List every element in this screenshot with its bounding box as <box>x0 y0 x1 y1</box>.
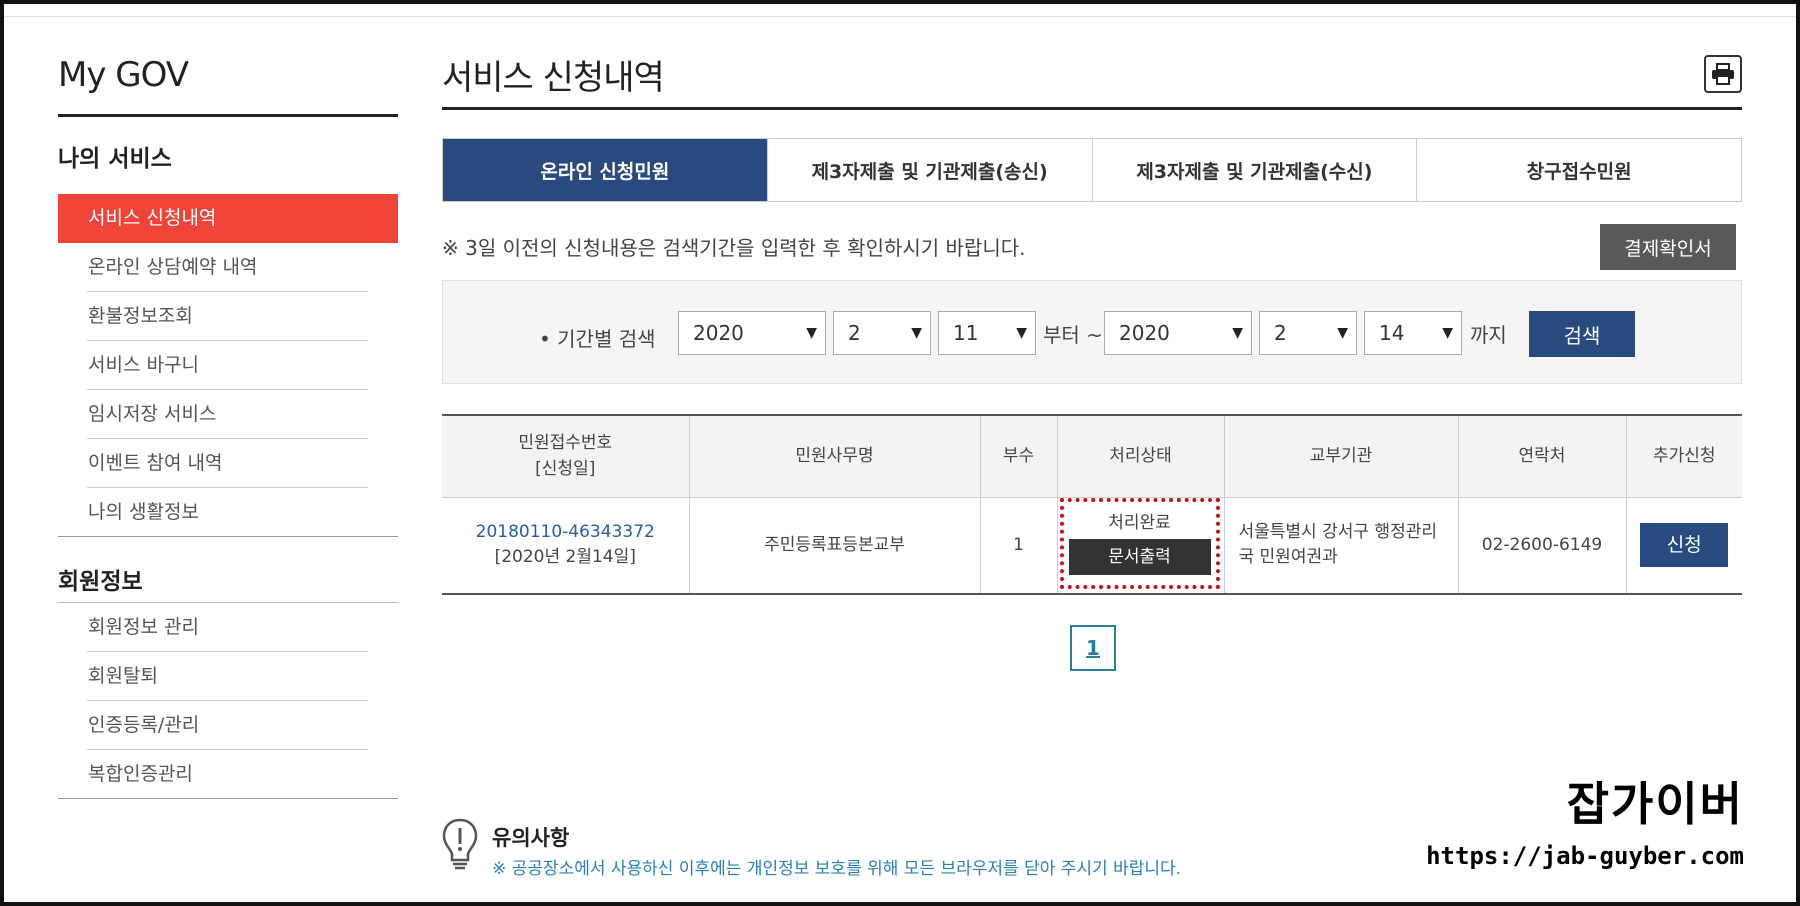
from-month-select[interactable]: 2 ▼ <box>833 311 931 355</box>
caution-text: ※ 공공장소에서 사용하신 이후에는 개인정보 보호를 위해 모든 브라우저를 … <box>492 859 1182 879</box>
table-row: 20180110-46343372 [2020년 2월14일] 주민등록표등본교부… <box>442 497 1742 595</box>
status-highlight-box: 처리완료 문서출력 <box>1059 497 1220 589</box>
to-year-value: 2020 <box>1119 321 1170 345</box>
main-content: 서비스 신청내역 온라인 신청민원 제3자제출 및 기관제출(송신) 제3자제출… <box>442 50 1742 671</box>
status-text: 처리완료 <box>1108 513 1171 534</box>
cell-receipt-no[interactable]: 20180110-46343372 [2020년 2월14일] <box>442 497 689 595</box>
to-day-select[interactable]: 14 ▼ <box>1364 311 1462 355</box>
to-suffix-text: 까지 <box>1470 323 1507 347</box>
from-year-select[interactable]: 2020 ▼ <box>678 311 826 355</box>
sidebar-item-consult-reservation[interactable]: 온라인 상담예약 내역 <box>58 243 398 292</box>
notice-text: ※ 3일 이전의 신청내용은 검색기간을 입력한 후 확인하시기 바랍니다. <box>442 236 1026 260</box>
watermark-title: 잡가이버 <box>1566 777 1744 831</box>
to-month-value: 2 <box>1274 321 1287 345</box>
header-status: 처리상태 <box>1056 415 1224 498</box>
sidebar-item-cert-manage[interactable]: 인증등록/관리 <box>58 701 398 750</box>
notice-row: ※ 3일 이전의 신청내용은 검색기간을 입력한 후 확인하시기 바랍니다. 결… <box>442 202 1742 280</box>
top-divider <box>4 16 1796 17</box>
brand-logo[interactable]: My GOV <box>58 55 398 117</box>
cell-agency: 서울특별시 강서구 행정관리국 민원여권과 <box>1223 497 1458 595</box>
header-receipt-date-label: [신청일] <box>535 459 596 480</box>
cell-extra: 신청 <box>1625 497 1742 595</box>
to-year-select[interactable]: 2020 ▼ <box>1104 311 1252 355</box>
sidebar-item-withdraw[interactable]: 회원탈퇴 <box>58 652 398 701</box>
section-title-my-services: 나의 서비스 <box>58 146 172 172</box>
from-suffix-text: 부터 ~ <box>1043 323 1103 347</box>
print-button[interactable] <box>1704 55 1742 93</box>
watermark-url: https://jab-guyber.com <box>1426 842 1744 870</box>
from-day-value: 11 <box>953 321 979 345</box>
application-table: 민원접수번호 [신청일] 민원사무명 부수 처리상태 교부기관 연락처 추가신청 … <box>442 414 1742 595</box>
header-receipt-no-label: 민원접수번호 <box>518 433 613 454</box>
header-contact: 연락처 <box>1457 415 1626 498</box>
apply-button[interactable]: 신청 <box>1640 523 1729 568</box>
chevron-down-icon: ▼ <box>1232 325 1243 341</box>
sidebar-item-multi-auth[interactable]: 복합인증관리 <box>58 750 398 799</box>
from-day-select[interactable]: 11 ▼ <box>938 311 1036 355</box>
to-day-value: 14 <box>1379 321 1405 345</box>
period-search-box: • 기간별 검색 2020 ▼ 2 ▼ 11 ▼ 부터 ~ 2020 ▼ 2 ▼ 14 ▼ … <box>442 280 1742 384</box>
my-services-menu: 서비스 신청내역 온라인 상담예약 내역 환불정보조회 서비스 바구니 임시저장… <box>58 194 398 537</box>
sidebar-item-temp-saved[interactable]: 임시저장 서비스 <box>58 390 398 439</box>
member-info-menu: 회원정보 관리 회원탈퇴 인증등록/관리 복합인증관리 <box>58 603 398 799</box>
page-title: 서비스 신청내역 <box>442 50 1742 110</box>
to-month-select[interactable]: 2 ▼ <box>1259 311 1357 355</box>
sidebar-item-life-info[interactable]: 나의 생활정보 <box>58 488 398 537</box>
caution-title: 유의사항 <box>492 826 570 850</box>
payment-confirm-button[interactable]: 결제확인서 <box>1600 224 1736 270</box>
tab-online-application[interactable]: 온라인 신청민원 <box>443 139 767 201</box>
sidebar: My GOV 나의 서비스 서비스 신청내역 온라인 상담예약 내역 환불정보조… <box>58 55 398 799</box>
cell-contact: 02-2600-6149 <box>1457 497 1626 595</box>
chevron-down-icon: ▼ <box>1337 325 1348 341</box>
cell-copies: 1 <box>979 497 1057 595</box>
tab-bar: 온라인 신청민원 제3자제출 및 기관제출(송신) 제3자제출 및 기관제출(수… <box>442 138 1742 202</box>
chevron-down-icon: ▼ <box>1016 325 1027 341</box>
header-service-name: 민원사무명 <box>688 415 980 498</box>
from-month-value: 2 <box>848 321 861 345</box>
chevron-down-icon: ▼ <box>911 325 922 341</box>
tab-third-party-received[interactable]: 제3자제출 및 기관제출(수신) <box>1091 139 1417 201</box>
printer-icon <box>1712 63 1734 85</box>
document-print-button[interactable]: 문서출력 <box>1068 539 1211 576</box>
search-label: • 기간별 검색 <box>539 327 656 351</box>
header-extra: 추가신청 <box>1625 415 1742 498</box>
sidebar-item-service-history[interactable]: 서비스 신청내역 <box>58 194 398 243</box>
chevron-down-icon: ▼ <box>1442 325 1453 341</box>
chevron-down-icon: ▼ <box>806 325 817 341</box>
search-button[interactable]: 검색 <box>1529 311 1635 357</box>
section-title-member-info: 회원정보 <box>58 537 398 603</box>
tab-third-party-sent[interactable]: 제3자제출 및 기관제출(송신) <box>766 139 1092 201</box>
sidebar-item-event-history[interactable]: 이벤트 참여 내역 <box>58 439 398 488</box>
header-agency: 교부기관 <box>1223 415 1458 498</box>
pagination-page-1[interactable]: 1 <box>1070 625 1116 671</box>
sidebar-item-refund-info[interactable]: 환불정보조회 <box>58 292 398 341</box>
lightbulb-icon <box>442 818 478 870</box>
cell-status: 처리완료 문서출력 <box>1056 497 1224 595</box>
receipt-no-link[interactable]: 20180110-46343372 <box>476 522 655 542</box>
from-year-value: 2020 <box>693 321 744 345</box>
sidebar-item-member-manage[interactable]: 회원정보 관리 <box>58 603 398 652</box>
sidebar-item-service-basket[interactable]: 서비스 바구니 <box>58 341 398 390</box>
header-receipt-no: 민원접수번호 [신청일] <box>442 415 689 498</box>
table-header-row: 민원접수번호 [신청일] 민원사무명 부수 처리상태 교부기관 연락처 추가신청 <box>442 415 1742 498</box>
header-copies: 부수 <box>979 415 1057 498</box>
cell-service-name: 주민등록표등본교부 <box>688 497 980 595</box>
tab-counter-application[interactable]: 창구접수민원 <box>1416 139 1741 201</box>
receipt-date: [2020년 2월14일] <box>494 547 636 568</box>
